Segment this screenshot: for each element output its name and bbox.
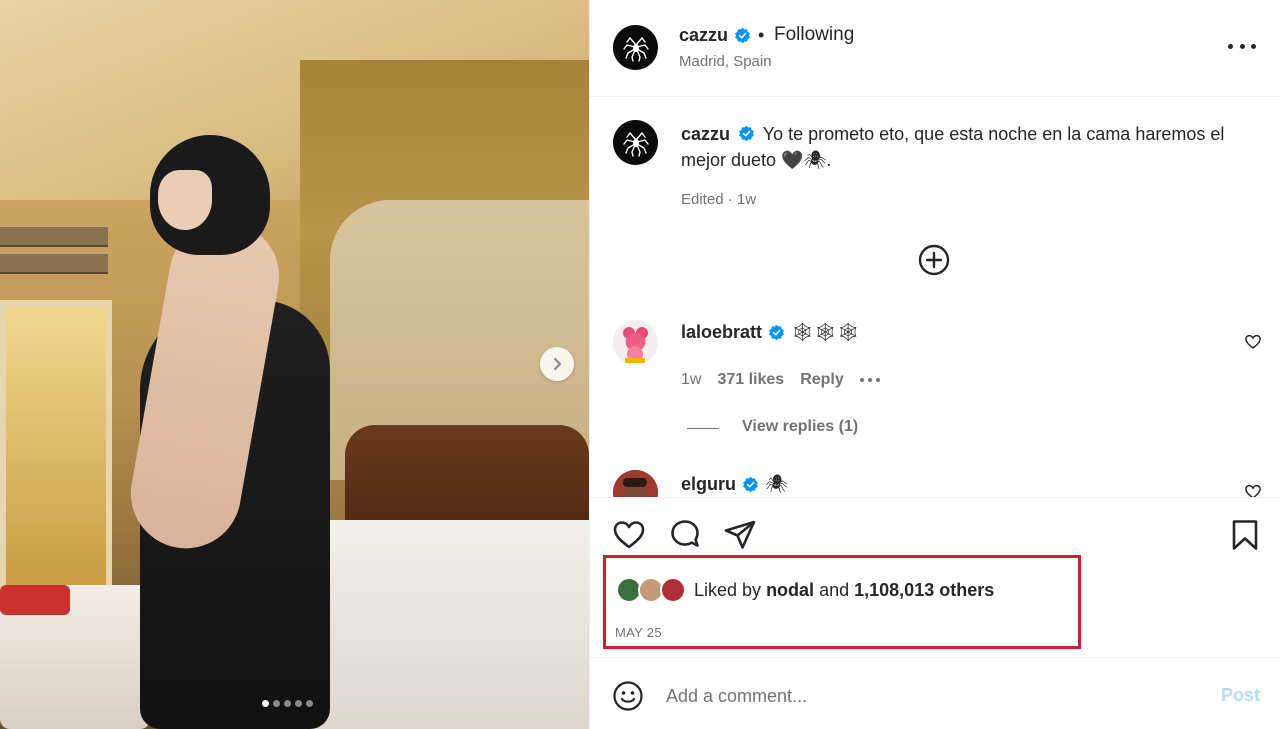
more-options-icon[interactable] bbox=[1228, 36, 1256, 56]
add-icon[interactable] bbox=[918, 244, 950, 276]
comment-author[interactable]: laloebratt bbox=[681, 322, 762, 343]
carousel-dot bbox=[295, 700, 302, 707]
comment-2: elguru 🕷 bbox=[681, 474, 788, 495]
verified-badge-icon bbox=[769, 324, 784, 341]
comments-list[interactable]: cazzu Yo te prometo eto, que esta noche … bbox=[590, 97, 1280, 497]
carousel-indicator bbox=[262, 700, 313, 707]
caption-meta: Edited · 1w bbox=[681, 191, 757, 208]
comment-author[interactable]: elguru bbox=[681, 474, 736, 495]
pink-bear-avatar-icon bbox=[623, 327, 648, 363]
liker-avatar bbox=[660, 577, 686, 603]
comment-composer: Post bbox=[590, 657, 1280, 729]
commenter-avatar[interactable] bbox=[613, 470, 658, 497]
author-name[interactable]: cazzu bbox=[679, 25, 728, 46]
comment-text: 🕸🕸🕸 bbox=[791, 322, 860, 342]
likes-summary-highlight: Liked by nodal and 1,108,013 others MAY … bbox=[603, 555, 1081, 649]
emoji-icon[interactable] bbox=[612, 680, 644, 712]
carousel-dot bbox=[306, 700, 313, 707]
comment-input[interactable] bbox=[666, 680, 1186, 712]
verified-badge-icon bbox=[739, 125, 754, 142]
author-username[interactable]: cazzu bbox=[679, 25, 751, 46]
liker-username[interactable]: nodal bbox=[766, 580, 814, 600]
carousel-dot bbox=[262, 700, 269, 707]
post-date[interactable]: MAY 25 bbox=[615, 625, 662, 640]
verified-badge-icon bbox=[735, 27, 750, 44]
spider-logo-icon bbox=[622, 131, 649, 157]
comment-likes[interactable]: 371 likes bbox=[717, 371, 784, 389]
bookmark-icon[interactable] bbox=[1228, 518, 1262, 552]
caption-text: Yo te prometo eto, que esta noche en la … bbox=[681, 124, 1225, 170]
post-dialog: cazzu • Following Madrid, Spain cazzu Yo… bbox=[0, 0, 1280, 729]
comment-1: laloebratt 🕸🕸🕸 bbox=[681, 322, 860, 343]
carousel-dot bbox=[284, 700, 291, 707]
post-comment-button[interactable]: Post bbox=[1221, 685, 1260, 706]
verified-badge-icon bbox=[743, 476, 758, 493]
liked-by-text: Liked by nodal and 1,108,013 others bbox=[694, 580, 994, 601]
carousel-dot bbox=[273, 700, 280, 707]
next-photo-button[interactable] bbox=[540, 347, 574, 381]
liked-by-prefix: Liked by bbox=[694, 580, 762, 600]
spider-logo-icon bbox=[622, 36, 649, 62]
reply-button[interactable]: Reply bbox=[800, 371, 844, 389]
view-replies-button[interactable]: View replies (1) bbox=[742, 418, 858, 436]
replies-line bbox=[687, 428, 719, 429]
caption-author-avatar[interactable] bbox=[613, 120, 658, 165]
comment-like-heart-icon[interactable] bbox=[1244, 333, 1262, 351]
share-icon[interactable] bbox=[723, 518, 757, 552]
likes-count[interactable]: 1,108,013 others bbox=[854, 580, 994, 600]
post-header: cazzu • Following Madrid, Spain bbox=[590, 0, 1280, 97]
chevron-right-icon bbox=[553, 357, 562, 371]
liked-by-connector: and bbox=[819, 580, 850, 600]
doorway bbox=[0, 300, 112, 600]
comment-like-heart-icon[interactable] bbox=[1244, 483, 1262, 497]
heart-icon[interactable] bbox=[612, 518, 646, 552]
post-photo[interactable] bbox=[0, 0, 589, 729]
post-caption: cazzu Yo te prometo eto, que esta noche … bbox=[681, 121, 1241, 173]
comment-age: 1w bbox=[681, 371, 702, 388]
caption-author[interactable]: cazzu bbox=[681, 124, 730, 144]
separator-dot: • bbox=[758, 25, 765, 45]
post-side-panel: cazzu • Following Madrid, Spain cazzu Yo… bbox=[589, 0, 1280, 729]
post-actions: Liked by nodal and 1,108,013 others MAY … bbox=[590, 497, 1280, 657]
location-link[interactable]: Madrid, Spain bbox=[679, 53, 772, 70]
comment-options-icon[interactable] bbox=[859, 378, 880, 382]
author-avatar[interactable] bbox=[613, 25, 658, 70]
comment-icon[interactable] bbox=[668, 518, 702, 552]
comment-1-meta: 1w 371 likes Reply bbox=[681, 371, 880, 389]
following-button[interactable]: Following bbox=[774, 24, 854, 46]
liker-avatars[interactable] bbox=[616, 577, 692, 605]
commenter-avatar[interactable] bbox=[613, 320, 658, 365]
comment-text: 🕷 bbox=[765, 474, 788, 494]
user-photo-avatar-icon bbox=[613, 470, 658, 497]
bed bbox=[300, 520, 589, 729]
